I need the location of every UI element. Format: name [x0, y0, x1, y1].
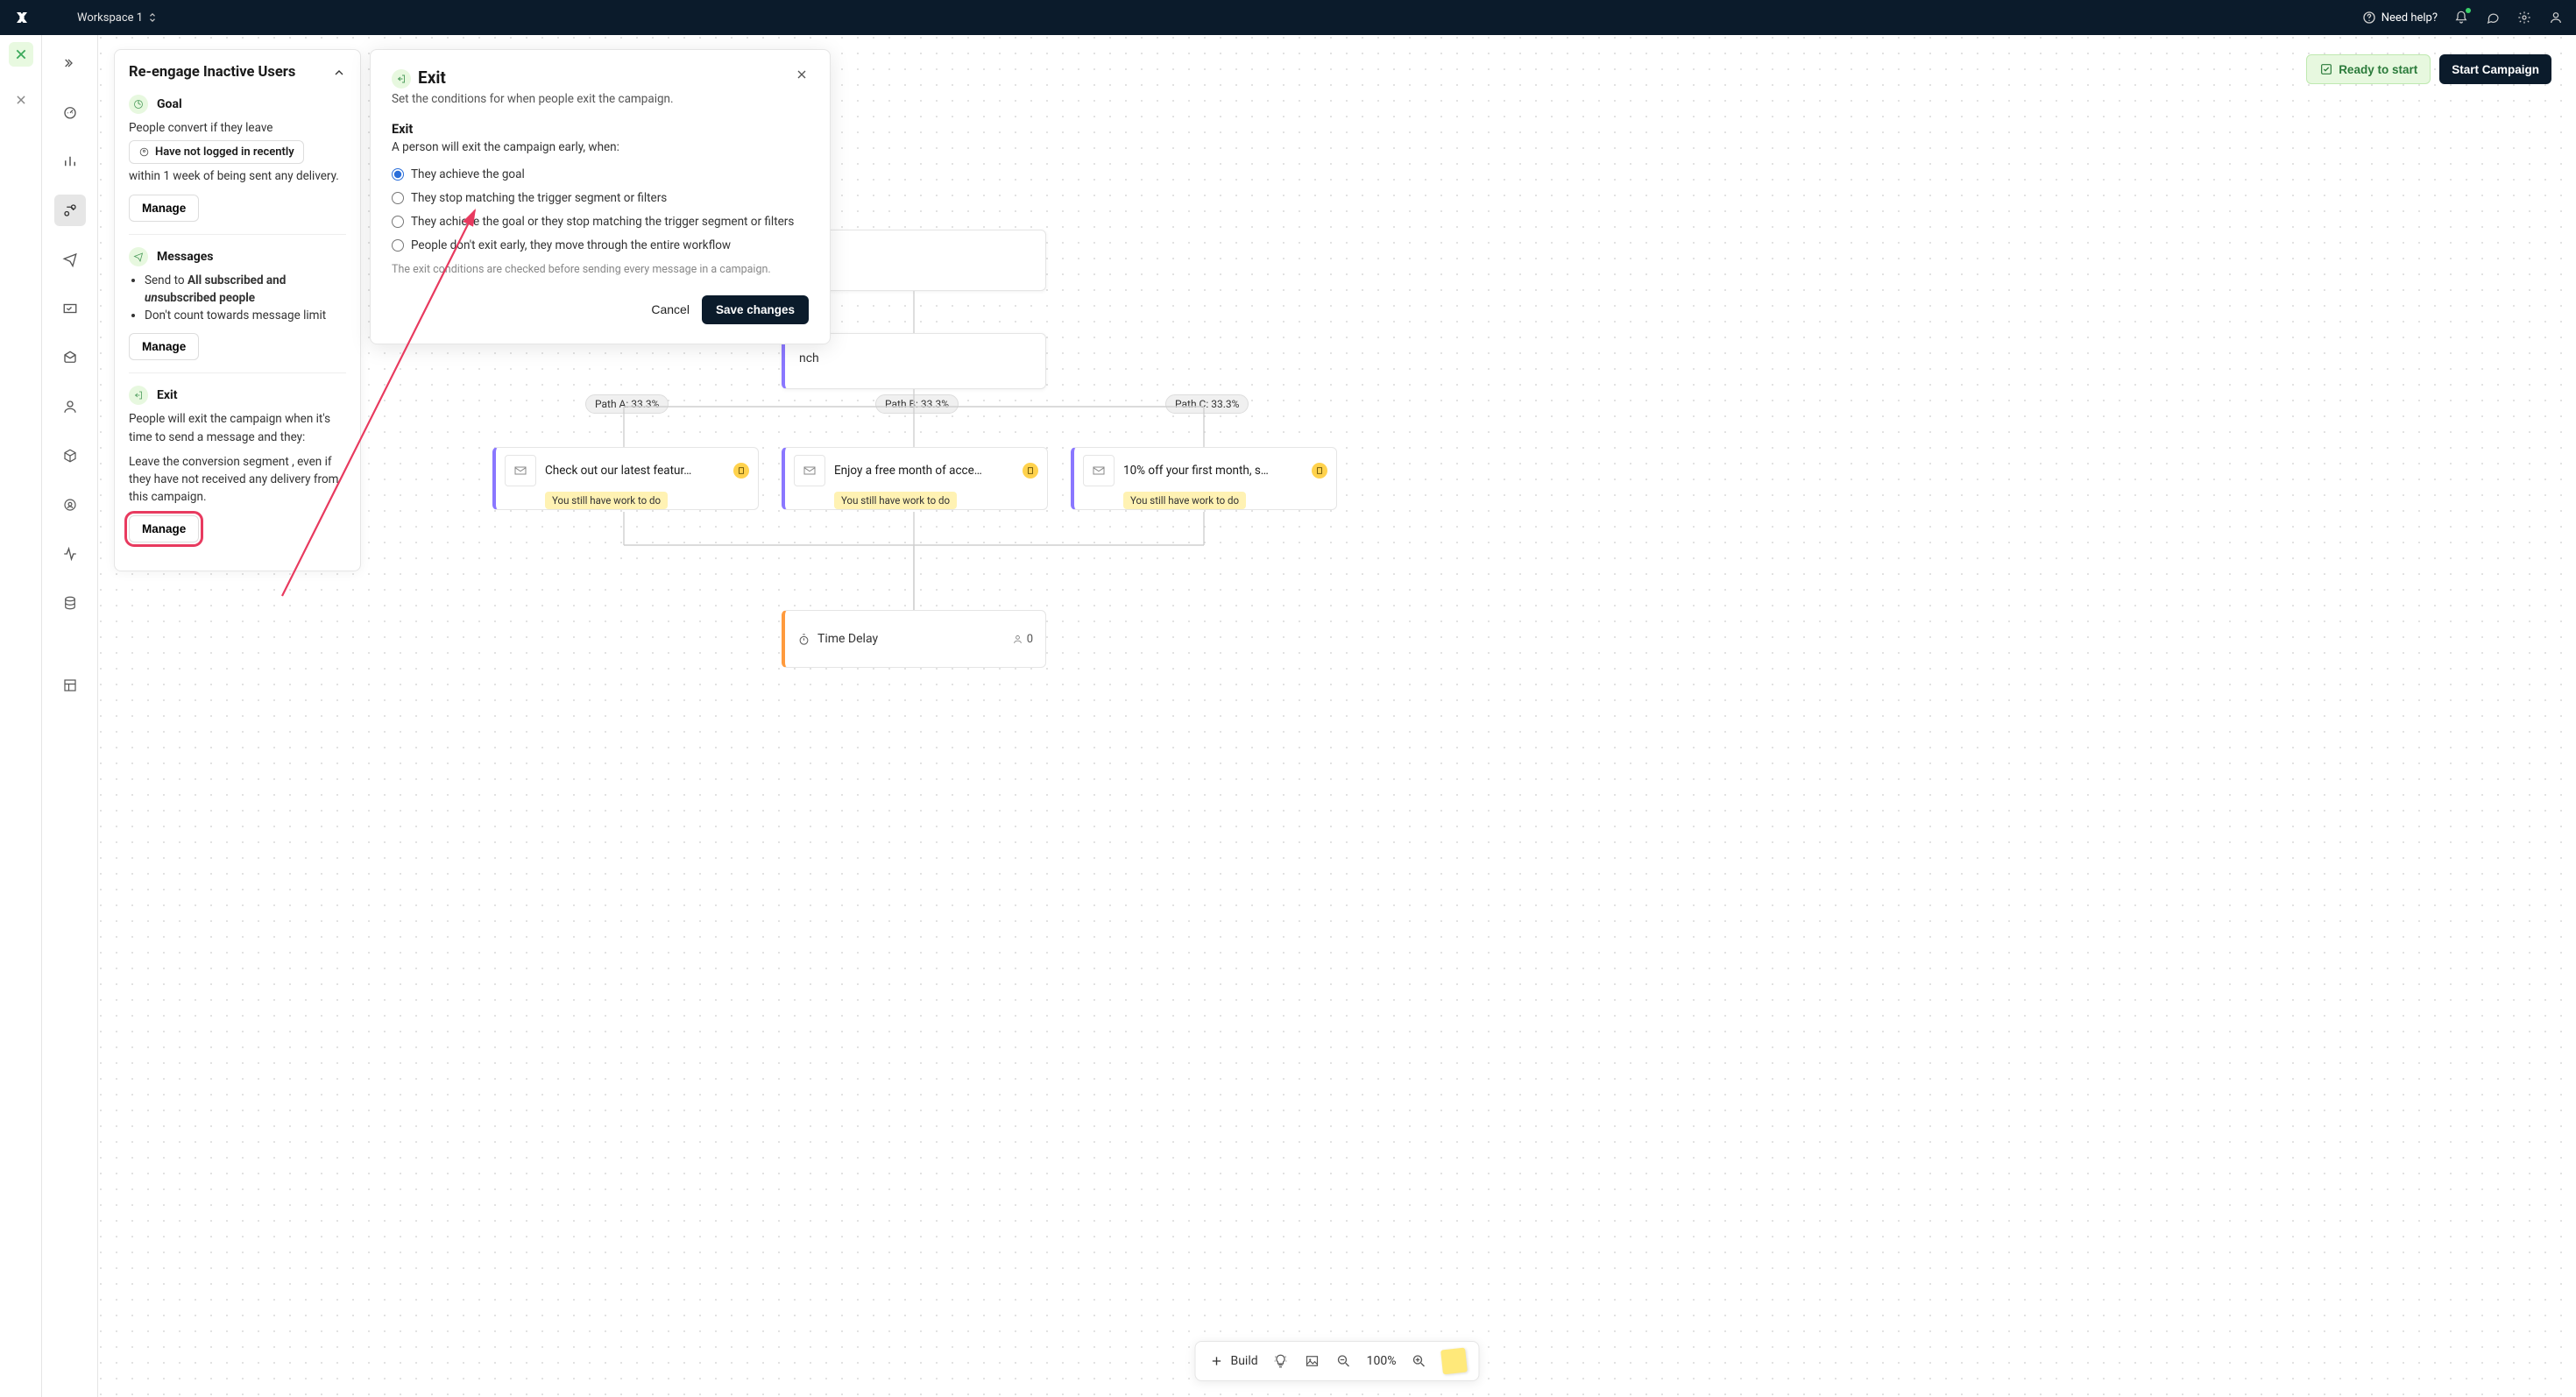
top-bar: Workspace 1 Need help?	[0, 0, 2576, 35]
messages-bullet-1: Send to All subscribed and unsubscribed …	[145, 272, 346, 308]
exit-modal-heading: Exit	[392, 122, 809, 137]
chat-bubble-icon[interactable]	[2485, 10, 2501, 25]
chevron-updown-icon	[148, 12, 157, 23]
messages-bullet-2: Don't count towards message limit	[145, 307, 346, 324]
message-node-b[interactable]: Enjoy a free month of acce… You still ha…	[782, 447, 1048, 510]
user-icon[interactable]	[2548, 10, 2564, 25]
time-delay-node[interactable]: Time Delay 0	[782, 610, 1046, 668]
zoom-level[interactable]: 100%	[1367, 1354, 1397, 1368]
deliveries-icon[interactable]	[54, 342, 86, 373]
workspace-selector[interactable]: Workspace 1	[77, 11, 157, 25]
exit-modal-icon	[392, 69, 411, 89]
start-campaign-button[interactable]: Start Campaign	[2439, 54, 2551, 84]
transactional-icon[interactable]	[54, 293, 86, 324]
exit-modal-note: The exit conditions are checked before s…	[392, 263, 809, 276]
objects-icon[interactable]	[54, 440, 86, 472]
chevron-up-icon[interactable]	[332, 66, 346, 80]
path-c-pill[interactable]: Path C: 33.3%	[1165, 394, 1249, 414]
save-changes-button[interactable]: Save changes	[702, 295, 809, 324]
build-button[interactable]: Build	[1207, 1352, 1257, 1370]
exit-option-3[interactable]: They achieve the goal or they stop match…	[392, 210, 809, 234]
path-a-pill[interactable]: Path A: 33.3%	[585, 394, 669, 414]
activity-icon[interactable]	[54, 538, 86, 570]
cancel-button[interactable]: Cancel	[651, 302, 690, 316]
exit-option-2[interactable]: They stop matching the trigger segment o…	[392, 187, 809, 210]
exit-radio-4[interactable]	[392, 239, 404, 252]
people-icon[interactable]	[54, 391, 86, 422]
close-icon[interactable]	[795, 67, 809, 82]
messages-icon	[129, 247, 148, 266]
email-icon	[794, 455, 825, 486]
nav-col-main	[42, 35, 98, 1397]
ready-to-start-button[interactable]: Ready to start	[2306, 54, 2431, 84]
exit-icon	[129, 386, 148, 405]
exit-section: Exit People will exit the campaign when …	[129, 372, 346, 554]
workspace-name: Workspace 1	[77, 11, 143, 25]
exit-modal-subtitle: Set the conditions for when people exit …	[392, 92, 809, 106]
work-badge: You still have work to do	[834, 492, 957, 509]
campaign-config-panel: Re-engage Inactive Users Goal People con…	[114, 49, 361, 571]
work-badge: You still have work to do	[545, 492, 668, 509]
lightbulb-icon[interactable]	[1272, 1352, 1290, 1370]
message-node-a[interactable]: Check out our latest featur… You still h…	[492, 447, 759, 510]
draft-badge-icon	[1312, 463, 1327, 479]
draft-badge-icon	[1023, 463, 1038, 479]
manage-exit-button[interactable]: Manage	[129, 515, 199, 542]
people-count-icon	[1012, 634, 1023, 645]
segment-icon	[138, 146, 150, 158]
content-icon[interactable]	[54, 670, 86, 701]
canvas-header: Ready to start Start Campaign	[2306, 54, 2551, 84]
exit-modal-lead: A person will exit the campaign early, w…	[392, 140, 809, 154]
email-icon	[505, 455, 536, 486]
workspace-tile-active[interactable]	[9, 42, 33, 67]
goal-icon	[129, 95, 148, 114]
manage-messages-button[interactable]: Manage	[129, 333, 199, 360]
gear-icon[interactable]	[2516, 10, 2532, 25]
email-icon	[1083, 455, 1115, 486]
need-help-button[interactable]: Need help?	[2362, 11, 2438, 25]
sidebar-expand-icon[interactable]	[54, 47, 86, 79]
draft-badge-icon	[733, 463, 749, 479]
help-circle-icon	[2362, 11, 2376, 25]
message-node-c[interactable]: 10% off your first month, s… You still h…	[1071, 447, 1337, 510]
zoom-in-icon[interactable]	[1411, 1352, 1428, 1370]
messages-section: Messages Send to All subscribed and unsu…	[129, 234, 346, 373]
manage-goal-button[interactable]: Manage	[129, 195, 199, 222]
canvas-toolbar: Build 100%	[1194, 1341, 1479, 1381]
stopwatch-icon	[797, 633, 810, 646]
analytics-icon[interactable]	[54, 145, 86, 177]
nav-col-workspaces	[0, 35, 42, 1397]
workflow-canvas[interactable]: Ready to start Start Campaign Re-engage …	[98, 35, 2576, 1397]
segments-icon[interactable]	[54, 489, 86, 521]
broadcasts-icon[interactable]	[54, 244, 86, 275]
exit-option-1[interactable]: They achieve the goal	[392, 163, 809, 187]
topbar-right: Need help?	[2362, 10, 2564, 25]
exit-modal: Exit Set the conditions for when people …	[370, 49, 831, 344]
zoom-out-icon[interactable]	[1335, 1352, 1353, 1370]
work-badge: You still have work to do	[1123, 492, 1246, 509]
workspace-tile-2[interactable]	[9, 88, 33, 112]
plus-icon	[1207, 1352, 1225, 1370]
exit-radio-1[interactable]	[392, 168, 404, 181]
sticky-note-icon[interactable]	[1440, 1348, 1468, 1375]
bell-icon[interactable]	[2453, 10, 2469, 25]
goal-section: Goal People convert if they leave Have n…	[129, 88, 346, 234]
path-b-pill[interactable]: Path B: 33.3%	[875, 394, 959, 414]
app-logo-icon	[12, 8, 32, 27]
campaign-title: Re-engage Inactive Users	[129, 64, 295, 81]
journeys-icon[interactable]	[54, 195, 86, 226]
data-icon[interactable]	[54, 587, 86, 619]
exit-radio-2[interactable]	[392, 192, 404, 204]
image-icon[interactable]	[1304, 1352, 1321, 1370]
checklist-icon	[2319, 62, 2333, 76]
exit-modal-title: Exit	[418, 67, 446, 88]
segment-chip[interactable]: Have not logged in recently	[129, 140, 304, 164]
dashboard-icon[interactable]	[54, 96, 86, 128]
exit-radio-3[interactable]	[392, 216, 404, 228]
exit-option-4[interactable]: People don't exit early, they move throu…	[392, 234, 809, 258]
